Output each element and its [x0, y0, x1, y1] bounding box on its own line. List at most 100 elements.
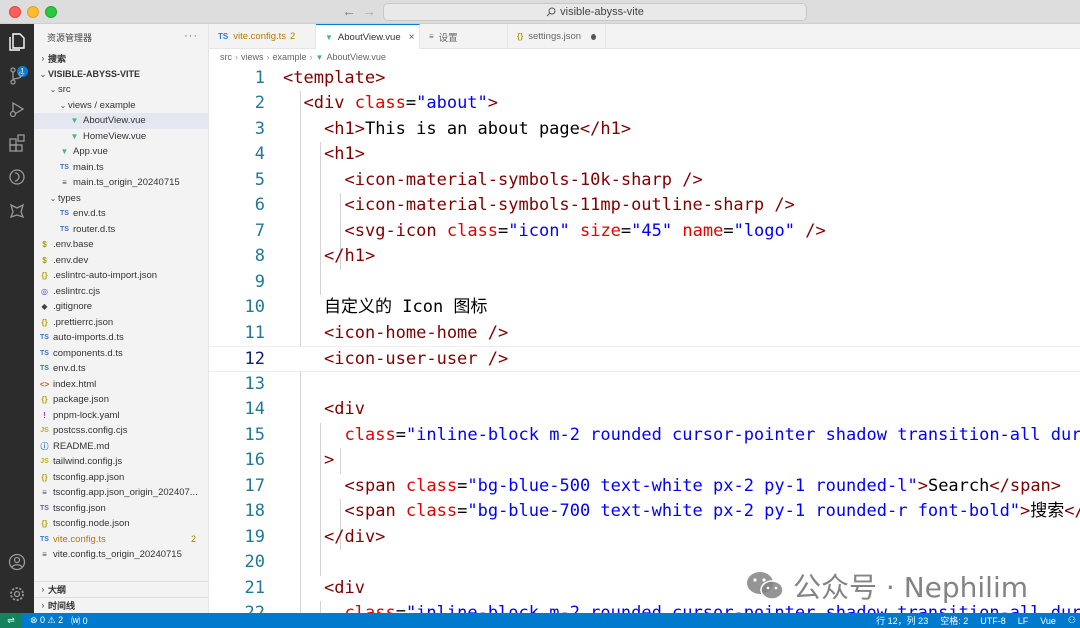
tree-item-label: vite.config.ts — [53, 533, 106, 545]
code-line[interactable]: 16 > — [209, 448, 1080, 474]
token-attr: class — [446, 220, 499, 241]
code-line[interactable]: 10 自定义的 Icon 图标 — [209, 295, 1080, 321]
remote-indicator-icon[interactable]: ⇌ — [0, 613, 22, 628]
search-section[interactable]: › 搜索 — [34, 50, 208, 66]
code-line[interactable]: 19 </div> — [209, 525, 1080, 551]
code-line[interactable]: 17 <span class="bg-blue-500 text-white px… — [209, 474, 1080, 500]
file-item[interactable]: ≡ main.ts_origin_20240715 — [34, 175, 208, 191]
file-item[interactable]: <> index.html — [34, 377, 208, 393]
run-debug-icon[interactable] — [5, 97, 29, 121]
explorer-icon[interactable] — [5, 30, 29, 54]
file-item[interactable]: {} tsconfig.app.json — [34, 470, 208, 486]
settings-icon: ≡ — [429, 32, 434, 41]
forward-arrow-icon[interactable]: → — [362, 3, 376, 19]
source-control-icon[interactable] — [5, 64, 29, 88]
file-item[interactable]: TS vite.config.ts 2 — [34, 532, 208, 548]
remote-explorer-icon[interactable] — [5, 165, 29, 189]
ts-file-icon: TS — [40, 504, 49, 512]
language-mode[interactable]: Vue — [1040, 616, 1056, 626]
file-item[interactable]: ! pnpm-lock.yaml — [34, 408, 208, 424]
file-item[interactable]: {} .prettierrc.json — [34, 315, 208, 331]
tree-item-label: main.ts — [73, 161, 104, 173]
back-arrow-icon[interactable]: ← — [342, 3, 356, 19]
command-center-search[interactable]: visible-abyss-vite — [383, 3, 807, 21]
account-icon[interactable] — [5, 550, 29, 574]
problems-indicator[interactable]: ⊗ 0 ⚠ 2 — [30, 615, 63, 626]
file-item[interactable]: TS router.d.ts — [34, 222, 208, 238]
folder-item[interactable]: ⌄ src — [34, 82, 208, 98]
tab-about-view[interactable]: ▼ AboutView.vue × — [316, 24, 420, 50]
cursor-position[interactable]: 行 12，列 23 — [876, 614, 928, 627]
file-item[interactable]: ◎ .eslintrc.cjs — [34, 284, 208, 300]
line-number: 19 — [244, 526, 265, 547]
notifications-icon[interactable]: ⚇ — [1068, 615, 1076, 626]
line-number: 21 — [244, 577, 265, 598]
token-plain: = — [405, 93, 417, 113]
code-line[interactable]: 6 <icon-material-symbols-11mp-outline-sha… — [209, 193, 1080, 219]
code-line[interactable]: 15 class="inline-block m-2 rounded cursor… — [209, 423, 1080, 449]
code-line[interactable]: 13 — [209, 372, 1080, 398]
unsaved-dot-icon[interactable] — [591, 33, 596, 40]
tab-settings-json[interactable]: {} settings.json — [508, 24, 606, 49]
code-line[interactable]: 4 <h1> — [209, 142, 1080, 168]
folder-item[interactable]: ⌄ views / example — [34, 98, 208, 114]
breadcrumb-item[interactable]: example — [273, 52, 307, 62]
file-item[interactable]: {} package.json — [34, 392, 208, 408]
file-item[interactable]: {} tsconfig.node.json — [34, 516, 208, 532]
code-line[interactable]: 3 <h1>This is an about page</h1> — [209, 117, 1080, 143]
file-item[interactable]: JS postcss.config.cjs — [34, 423, 208, 439]
file-item[interactable]: JS tailwind.config.js — [34, 454, 208, 470]
indentation[interactable]: 空格: 2 — [940, 614, 968, 627]
file-item[interactable]: ▼ HomeView.vue — [34, 129, 208, 145]
file-item[interactable]: ≡ tsconfig.app.json_origin_202407... — [34, 485, 208, 501]
code-text: </h1> — [324, 244, 375, 270]
file-item[interactable]: $ .env.dev — [34, 253, 208, 269]
code-line[interactable]: 18 <span class="bg-blue-700 text-white px… — [209, 499, 1080, 525]
code-editor[interactable]: 1 <template> 2 <div class="about"> 3 <h1>This… — [209, 65, 1080, 613]
tab-vite-config[interactable]: TS vite.config.ts 2 — [209, 24, 316, 49]
ports-indicator[interactable]: ⒲ 0 — [71, 614, 88, 627]
folder-item[interactable]: ⌄ types — [34, 191, 208, 207]
code-line[interactable]: 2 <div class="about"> — [209, 91, 1080, 117]
file-item[interactable]: TS env.d.ts — [34, 361, 208, 377]
code-line[interactable]: 12 <icon-user-user /> — [209, 346, 1080, 372]
file-item[interactable]: ≡ vite.config.ts_origin_20240715 — [34, 547, 208, 563]
file-item[interactable]: TS env.d.ts — [34, 206, 208, 222]
breadcrumb-item[interactable]: views — [241, 52, 264, 62]
file-item[interactable]: $ .env.base — [34, 237, 208, 253]
close-window-button[interactable] — [9, 6, 21, 18]
code-line[interactable]: 8 </h1> — [209, 244, 1080, 270]
code-line[interactable]: 7 <svg-icon class="icon" size="45" name="… — [209, 219, 1080, 245]
minimize-window-button[interactable] — [27, 6, 39, 18]
line-number: 12 — [244, 349, 265, 369]
breadcrumb-item[interactable]: AboutView.vue — [326, 52, 385, 62]
file-item[interactable]: TS components.d.ts — [34, 346, 208, 362]
file-item[interactable]: TS main.ts — [34, 160, 208, 176]
close-icon[interactable]: × — [409, 32, 415, 43]
code-line[interactable]: 5 <icon-material-symbols-10k-sharp /> — [209, 168, 1080, 194]
extensions-icon[interactable] — [5, 131, 29, 155]
token-attr: class — [344, 424, 396, 445]
file-item[interactable]: ◆ .gitignore — [34, 299, 208, 315]
outline-section[interactable]: › 大纲 — [34, 581, 209, 597]
code-line[interactable]: 1 <template> — [209, 66, 1080, 92]
breadcrumb-item[interactable]: src — [220, 52, 232, 62]
file-item[interactable]: TS auto-imports.d.ts — [34, 330, 208, 346]
tab-settings[interactable]: ≡ 设置 — [420, 24, 508, 49]
file-item[interactable]: ⓘ README.md — [34, 439, 208, 455]
encoding[interactable]: UTF-8 — [980, 616, 1006, 626]
code-line[interactable]: 14 <div — [209, 397, 1080, 423]
file-item[interactable]: ▼ AboutView.vue — [34, 113, 208, 129]
settings-gear-icon[interactable] — [5, 582, 29, 606]
code-line[interactable]: 11 <icon-home-home /> — [209, 321, 1080, 347]
more-actions-icon[interactable]: ··· — [184, 30, 198, 42]
timeline-section[interactable]: › 时间线 — [34, 597, 209, 613]
file-item[interactable]: TS tsconfig.json — [34, 501, 208, 517]
code-line[interactable]: 9 — [209, 270, 1080, 296]
project-section[interactable]: ⌄ VISIBLE-ABYSS-VITE — [34, 66, 208, 82]
file-item[interactable]: ▼ App.vue — [34, 144, 208, 160]
end-of-line[interactable]: LF — [1018, 616, 1029, 626]
plugin-icon[interactable] — [5, 199, 29, 223]
file-item[interactable]: {} .eslintrc-auto-import.json — [34, 268, 208, 284]
maximize-window-button[interactable] — [45, 6, 57, 18]
